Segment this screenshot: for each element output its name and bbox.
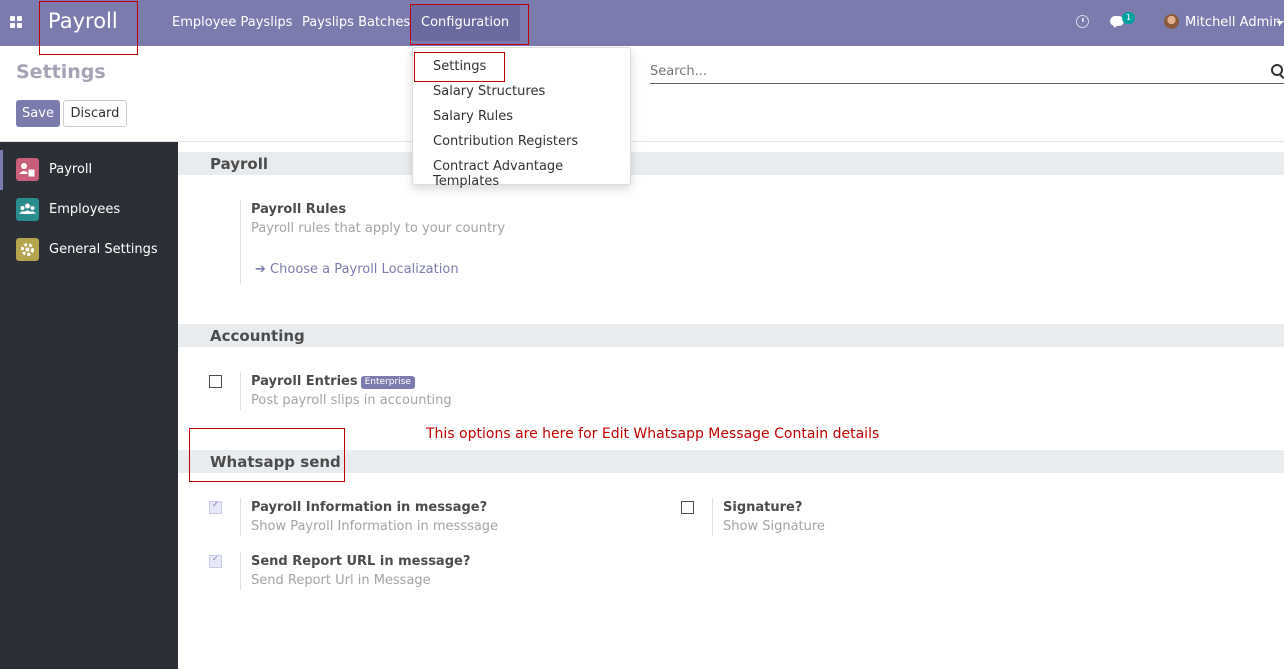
highlight-box (414, 52, 505, 82)
link-label: Choose a Payroll Localization (270, 262, 459, 277)
menu-employee-payslips[interactable]: Employee Payslips (172, 15, 292, 30)
enterprise-badge: Enterprise (360, 376, 415, 389)
setting-divider (240, 498, 241, 536)
search-input[interactable] (650, 60, 1250, 82)
arrow-right-icon: ➔ (255, 262, 266, 277)
search-icon[interactable] (1271, 64, 1283, 76)
setting-title-signature: Signature? (723, 500, 803, 515)
search-bar (650, 60, 1284, 84)
sidebar-item-payroll[interactable]: Payroll (0, 150, 178, 190)
sidebar-item-label: Employees (49, 202, 121, 217)
section-header-bar (178, 152, 1284, 175)
sidebar-item-general-settings[interactable]: General Settings (0, 230, 178, 270)
section-title-accounting: Accounting (210, 327, 305, 345)
user-name[interactable]: Mitchell Admin (1185, 15, 1281, 30)
setting-divider (712, 498, 713, 536)
choose-localization-link[interactable]: ➔ Choose a Payroll Localization (255, 262, 459, 277)
dropdown-item-salary-structures[interactable]: Salary Structures (433, 84, 545, 99)
chat-count-badge: 1 (1122, 12, 1136, 24)
report-url-checkbox[interactable] (209, 554, 222, 568)
sidebar-item-employees[interactable]: Employees (0, 190, 178, 230)
setting-divider (240, 372, 241, 410)
dropdown-item-contribution-registers[interactable]: Contribution Registers (433, 134, 578, 149)
signature-checkbox[interactable] (681, 501, 694, 514)
page-title: Settings (16, 61, 106, 83)
highlight-box (410, 4, 529, 45)
setting-desc-signature: Show Signature (723, 519, 825, 534)
dropdown-item-salary-rules[interactable]: Salary Rules (433, 109, 513, 124)
setting-desc-payroll-info: Show Payroll Information in messsage (251, 519, 499, 534)
setting-desc-payroll-entries: Post payroll slips in accounting (251, 393, 452, 408)
sidebar-item-label: Payroll (49, 162, 93, 177)
setting-divider (240, 200, 241, 284)
payroll-icon (16, 158, 39, 181)
top-navbar: Payroll Employee Payslips Payslips Batch… (0, 0, 1284, 46)
apps-menu-icon[interactable] (10, 16, 23, 29)
payroll-entries-checkbox[interactable] (209, 375, 222, 388)
setting-desc-payroll-rules: Payroll rules that apply to your country (251, 221, 506, 236)
setting-desc-report-url: Send Report Url in Message (251, 573, 431, 588)
setting-title-payroll-rules: Payroll Rules (251, 202, 347, 217)
user-avatar[interactable] (1164, 14, 1179, 29)
setting-title-report-url: Send Report URL in message? (251, 554, 471, 569)
setting-title-payroll-entries: Payroll Entries Enterprise (251, 374, 415, 389)
setting-title-text: Payroll Entries (251, 374, 358, 389)
save-button[interactable]: Save (16, 100, 60, 127)
discard-button[interactable]: Discard (63, 100, 127, 127)
gear-icon (16, 238, 39, 261)
annotation-text: This options are here for Edit Whatsapp … (426, 426, 880, 442)
payroll-info-checkbox[interactable] (209, 500, 222, 514)
highlight-box (39, 1, 138, 55)
user-menu-caret-icon[interactable] (1276, 21, 1284, 25)
setting-title-payroll-info: Payroll Information in message? (251, 500, 488, 515)
employees-icon (16, 198, 39, 221)
setting-divider (240, 552, 241, 590)
section-title-payroll: Payroll (210, 155, 269, 173)
menu-payslips-batches[interactable]: Payslips Batches (302, 15, 410, 30)
dropdown-item-contract-advantage-templates[interactable]: Contract Advantage Templates (433, 159, 630, 189)
settings-sidebar: Payroll Employees General Settings (0, 142, 178, 669)
activity-clock-icon[interactable] (1076, 15, 1089, 28)
highlight-box (189, 428, 345, 482)
divider (0, 141, 1284, 142)
sidebar-item-label: General Settings (49, 242, 158, 257)
section-header-bar (178, 324, 1284, 347)
